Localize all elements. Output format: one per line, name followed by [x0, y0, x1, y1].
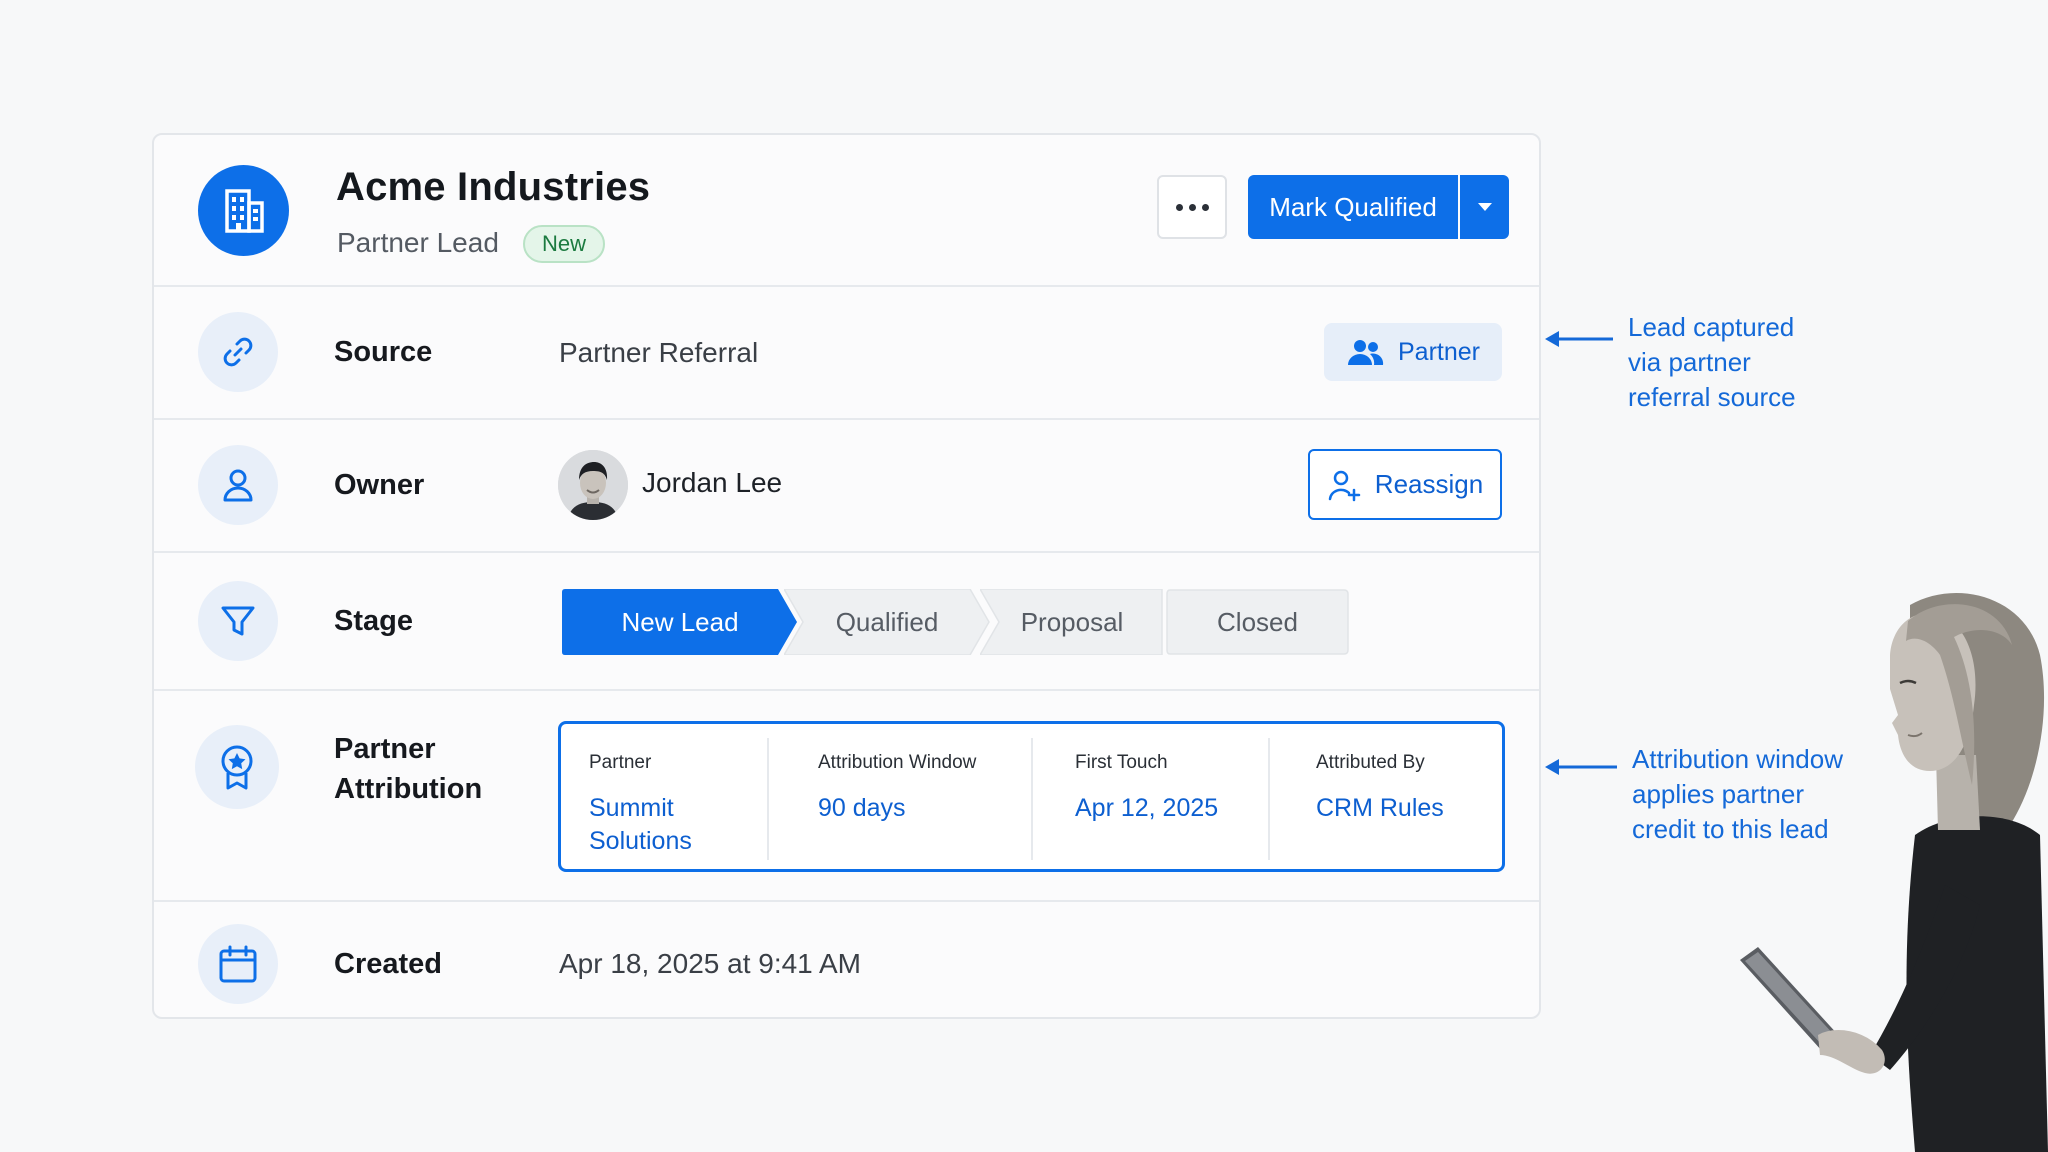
stage-step-label: Closed — [1217, 606, 1298, 637]
attribution-label-line2: Attribution — [334, 773, 483, 805]
stage-step-qualified[interactable]: Qualified — [784, 589, 990, 655]
stage-row: Stage New Lead Qualified Proposal Closed — [154, 553, 1539, 691]
partner-tag-label: Partner — [1398, 337, 1480, 366]
stage-step-new-lead[interactable]: New Lead — [562, 589, 798, 655]
attr-window: Attribution Window 90 days — [818, 724, 1058, 869]
owner-row: Owner Jordan Lee Reassign — [154, 420, 1539, 553]
attr-divider — [1031, 738, 1033, 860]
stage-step-closed[interactable]: Closed — [1166, 589, 1349, 655]
company-name: Acme Industries — [336, 165, 651, 209]
source-value: Partner Referral — [559, 337, 759, 368]
attr-window-value: 90 days — [818, 794, 906, 822]
source-label: Source — [334, 336, 433, 368]
more-options-button[interactable] — [1157, 175, 1227, 239]
owner-photo — [558, 450, 628, 520]
attr-partner-key: Partner — [589, 752, 652, 773]
lead-detail-card: Acme Industries Partner Lead New Mark Qu… — [152, 133, 1541, 1019]
annotation-arrow-attribution — [1545, 759, 1617, 775]
attr-first-touch: First Touch Apr 12, 2025 — [1075, 724, 1295, 869]
funnel-icon — [221, 606, 255, 636]
stage-step-label: Qualified — [835, 606, 939, 637]
attr-attributed-by-key: Attributed By — [1316, 752, 1425, 773]
user-plus-icon — [1328, 470, 1361, 501]
attribution-icon-circle — [195, 725, 279, 809]
link-icon — [223, 337, 253, 367]
chevron-down-icon — [1477, 203, 1492, 211]
created-label: Created — [334, 948, 442, 980]
annotation-source: Lead captured via partner referral sourc… — [1628, 312, 1796, 412]
stage-step-label: Proposal — [1020, 606, 1124, 637]
attr-attributed-by-value: CRM Rules — [1316, 794, 1444, 822]
company-logo — [198, 165, 289, 256]
person-with-tablet-illustration — [1740, 592, 2048, 1152]
attr-first-touch-value: Apr 12, 2025 — [1075, 794, 1219, 822]
owner-label: Owner — [334, 469, 425, 501]
attr-partner-value[interactable]: Summit Solutions — [589, 792, 759, 858]
source-row: Source Partner Referral Partner — [154, 287, 1539, 420]
badge-star-icon — [221, 745, 253, 790]
source-icon-circle — [198, 312, 278, 392]
attribution-label-line1: Partner — [334, 733, 436, 765]
stage-step-label: New Lead — [621, 606, 739, 637]
building-icon — [224, 188, 264, 233]
attribution-row: Partner Attribution Partner Summit Solut… — [154, 691, 1539, 902]
users-icon — [1348, 340, 1384, 365]
stage-stepper: New Lead Qualified Proposal Closed — [562, 589, 1362, 657]
owner-icon-circle — [198, 445, 278, 525]
attribution-panel: Partner Summit Solutions Attribution Win… — [558, 721, 1505, 872]
attr-partner: Partner Summit Solutions — [589, 724, 759, 869]
avatar — [558, 450, 628, 520]
reassign-label: Reassign — [1374, 469, 1484, 499]
stage-icon-circle — [198, 581, 278, 661]
mark-qualified-button[interactable]: Mark Qualified — [1248, 175, 1458, 239]
attribution-label: Partner Attribution — [334, 729, 482, 809]
annotation-arrow-source — [1545, 331, 1613, 347]
attr-divider — [767, 738, 769, 860]
status-badge: New — [523, 225, 606, 263]
stage-label: Stage — [334, 605, 413, 637]
attr-window-key: Attribution Window — [818, 752, 977, 773]
owner-name[interactable]: Jordan Lee — [642, 467, 782, 499]
created-row: Created Apr 18, 2025 at 9:41 AM — [154, 902, 1539, 1017]
created-icon-circle — [198, 924, 278, 1004]
stage-step-proposal[interactable]: Proposal — [980, 589, 1164, 655]
lead-type: Partner Lead — [337, 227, 499, 258]
attr-attributed-by: Attributed By CRM Rules — [1316, 724, 1496, 869]
attr-divider — [1268, 738, 1270, 860]
mark-qualified-dropdown-button[interactable] — [1460, 175, 1509, 239]
calendar-icon — [219, 945, 257, 983]
attr-first-touch-key: First Touch — [1075, 752, 1168, 773]
created-value: Apr 18, 2025 at 9:41 AM — [559, 948, 861, 979]
ellipsis-icon — [1175, 203, 1183, 211]
page-canvas: Acme Industries Partner Lead New Mark Qu… — [0, 0, 2048, 1152]
card-header: Acme Industries Partner Lead New Mark Qu… — [154, 135, 1539, 287]
partner-tag[interactable]: Partner — [1324, 323, 1502, 381]
user-icon — [223, 469, 253, 502]
reassign-button[interactable]: Reassign — [1308, 449, 1502, 520]
